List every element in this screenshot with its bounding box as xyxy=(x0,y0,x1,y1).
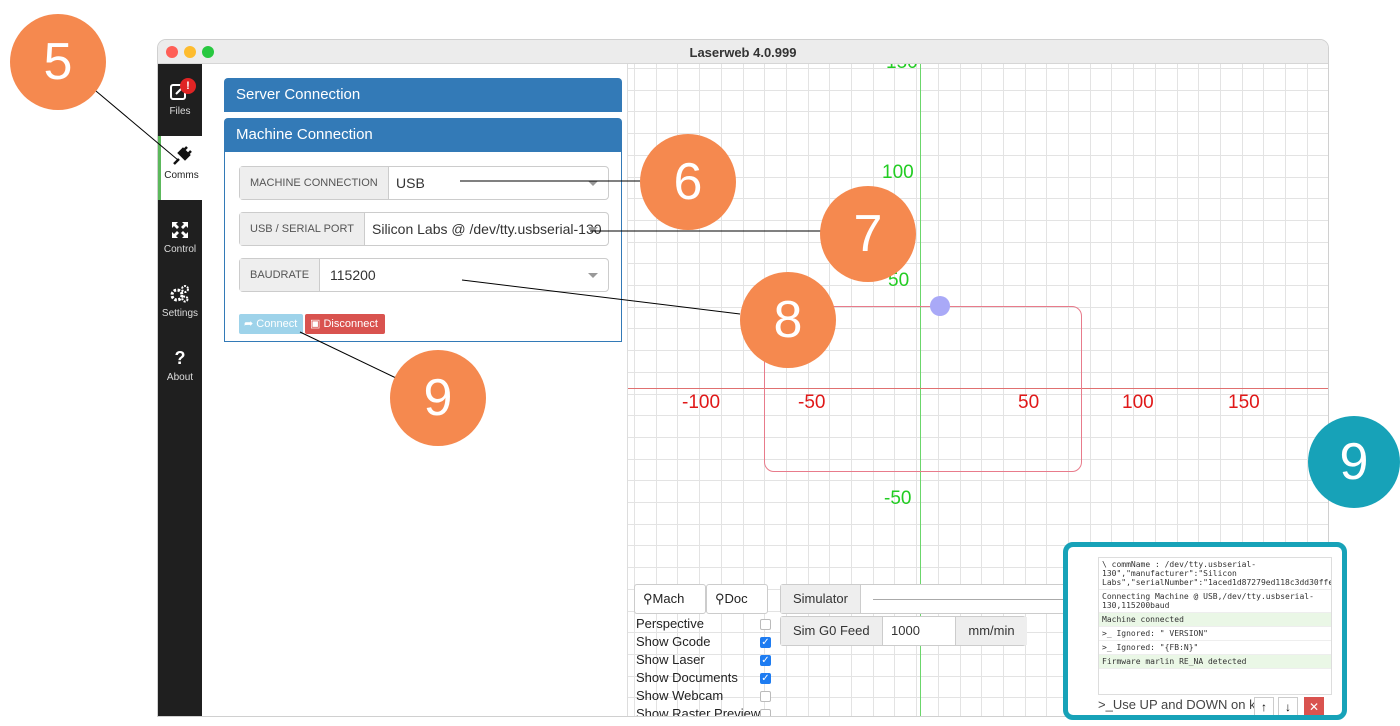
annotation-6: 6 xyxy=(640,134,736,230)
annotation-9-console: 9 xyxy=(1308,416,1400,508)
annotation-5: 5 xyxy=(10,14,106,110)
annotation-8: 8 xyxy=(740,272,836,368)
annotation-9: 9 xyxy=(390,350,486,446)
annotation-lines xyxy=(89,85,822,379)
stage: Laserweb 4.0.999 ! Files Comms Control S… xyxy=(0,0,1400,726)
annotation-7: 7 xyxy=(820,186,916,282)
